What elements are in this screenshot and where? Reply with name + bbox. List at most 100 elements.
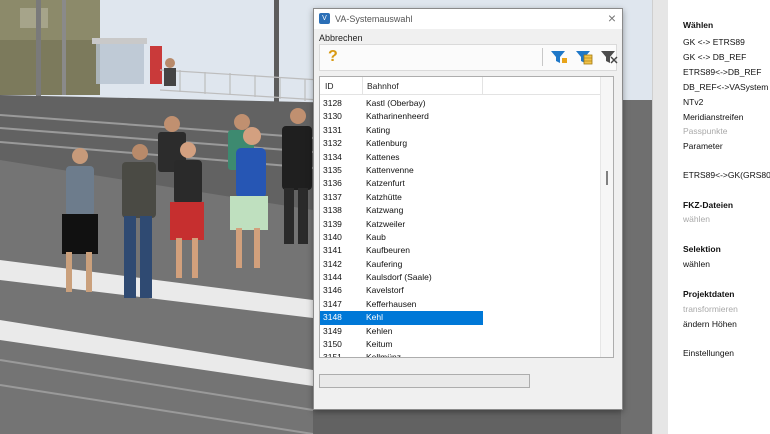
list-row[interactable]: 3135 Kattenvenne: [320, 164, 600, 177]
column-header-bahnhof[interactable]: Bahnhof: [367, 81, 399, 91]
row-station-name: Katzwang: [366, 205, 404, 216]
row-id: 3130: [323, 111, 342, 122]
row-id: 3142: [323, 258, 342, 269]
row-id: 3136: [323, 178, 342, 189]
person: [164, 58, 176, 86]
list-row-selected[interactable]: 3148 Kehl: [320, 311, 600, 326]
column-separator: [482, 77, 483, 94]
building-wall: [0, 40, 100, 95]
list-row[interactable]: 3128 Kastl (Oberbay): [320, 97, 600, 110]
dialog-title: VA-Systemauswahl: [335, 14, 413, 24]
row-station-name: Katzweiler: [366, 218, 406, 229]
list-row[interactable]: 3140 Kaub: [320, 231, 600, 244]
sidebar-heading-projektdaten: Projektdaten: [683, 289, 735, 299]
row-station-name: Kaub: [366, 231, 386, 242]
row-id: 3149: [323, 325, 342, 336]
row-station-name: Kattenes: [366, 151, 400, 162]
row-station-name: Katlenburg: [366, 138, 408, 149]
sidebar-item-einstellungen[interactable]: Einstellungen: [683, 348, 734, 358]
row-station-name: Katharinenheerd: [366, 111, 429, 122]
list-row[interactable]: 3139 Katzweiler: [320, 218, 600, 231]
sidebar-heading-fkz-dateien: FKZ-Dateien: [683, 200, 734, 210]
shelter-roof: [92, 38, 147, 44]
row-id: 3147: [323, 298, 342, 309]
scrollbar-thumb[interactable]: [606, 171, 608, 185]
sidebar-item-parameter[interactable]: Parameter: [683, 141, 723, 151]
row-station-name: Kastl (Oberbay): [366, 98, 426, 108]
list-row[interactable]: 3151 Kellmünz: [320, 351, 600, 358]
row-id: 3148: [323, 312, 342, 323]
panel-splitter[interactable]: [652, 0, 669, 434]
list-row[interactable]: 3130 Katharinenheerd: [320, 110, 600, 123]
filter-button[interactable]: [550, 49, 568, 65]
vertical-scrollbar[interactable]: [600, 77, 613, 357]
row-id: 3140: [323, 231, 342, 242]
list-row[interactable]: 3131 Kating: [320, 124, 600, 137]
pole: [62, 0, 66, 95]
list-row[interactable]: 3149 Kehlen: [320, 325, 600, 338]
list-row[interactable]: 3144 Kaulsdorf (Saale): [320, 271, 600, 284]
list-row[interactable]: 3138 Katzwang: [320, 204, 600, 217]
toolbar-separator: [542, 48, 543, 66]
row-station-name: Kavelstorf: [366, 285, 404, 296]
row-id: 3131: [323, 124, 342, 135]
filter-clear-button[interactable]: [600, 49, 618, 65]
list-row[interactable]: 3142 Kaufering: [320, 258, 600, 271]
pole: [36, 0, 41, 110]
row-station-name: Kehl: [366, 312, 384, 323]
app-icon: V: [319, 13, 330, 24]
sidebar-item-db-ref-vasystem[interactable]: DB_REF<->VASystem: [683, 82, 768, 92]
row-station-name: Kating: [366, 124, 391, 135]
list-row[interactable]: 3136 Katzenfurt: [320, 177, 600, 190]
sidebar-item-gk-etrs89[interactable]: GK <-> ETRS89: [683, 37, 745, 47]
sidebar-item-wählen[interactable]: wählen: [683, 259, 710, 269]
row-station-name: Kellmünz: [366, 352, 401, 358]
sidebar-heading-wählen: Wählen: [683, 20, 714, 30]
list-rows: 3128 Kastl (Oberbay) 3130 Katharinenheerd 31…: [320, 97, 600, 358]
shelter-glass: [96, 44, 144, 84]
list-row[interactable]: 3150 Keitum: [320, 338, 600, 351]
status-field: [319, 374, 530, 388]
platform-right: [621, 100, 652, 434]
row-id: 3137: [323, 191, 342, 202]
sidebar-item-etrs89-db-ref[interactable]: ETRS89<->DB_REF: [683, 67, 761, 77]
list-row[interactable]: 3132 Katlenburg: [320, 137, 600, 150]
filter-table-button[interactable]: [575, 49, 593, 65]
help-button[interactable]: ?: [328, 48, 338, 66]
sidebar-item-ändern-höhen[interactable]: ändern Höhen: [683, 319, 737, 329]
filter-icon: [551, 51, 567, 63]
sidebar-item-meridianstreifen[interactable]: Meridianstreifen: [683, 112, 743, 122]
toolbar: ?: [319, 44, 618, 71]
row-station-name: Kehlen: [366, 325, 393, 336]
close-button[interactable]: ×: [608, 10, 616, 26]
list-row[interactable]: 3147 Kefferhausen: [320, 298, 600, 311]
list-row[interactable]: 3146 Kavelstorf: [320, 284, 600, 297]
filter-clear-icon: [601, 51, 618, 64]
row-station-name: Katzhütte: [366, 191, 402, 202]
sidebar-item-passpunkte: Passpunkte: [683, 126, 728, 136]
row-id: 3141: [323, 245, 342, 256]
sidebar-item-gk-db-ref[interactable]: GK <-> DB_REF: [683, 52, 746, 62]
row-id: 3150: [323, 339, 342, 350]
row-id: 3151: [323, 352, 342, 358]
command-sidebar: Wählen GK <-> ETRS89 GK <-> DB_REF ETRS89<-…: [668, 0, 770, 434]
close-icon: ×: [607, 10, 616, 26]
list-row[interactable]: 3141 Kaufbeuren: [320, 244, 600, 257]
filter-table-icon: [576, 51, 593, 65]
column-header-id[interactable]: ID: [325, 81, 334, 91]
station-list[interactable]: ID Bahnhof 3128 Kastl (Oberbay) 3130 Kathar…: [319, 76, 614, 358]
list-row[interactable]: 3137 Katzhütte: [320, 191, 600, 204]
row-id: 3135: [323, 164, 342, 175]
cancel-menu-item[interactable]: Abbrechen: [319, 33, 363, 43]
list-row[interactable]: 3134 Kattenes: [320, 151, 600, 164]
sidebar-item-etrs89-gk-grs80[interactable]: ETRS89<->GK(GRS80): [683, 170, 770, 180]
question-mark-icon: ?: [328, 48, 338, 65]
sidebar-item-ntv2[interactable]: NTv2: [683, 97, 703, 107]
row-id: 3139: [323, 218, 342, 229]
sidebar-item-wählen: wählen: [683, 214, 710, 224]
dialog-titlebar[interactable]: V VA-Systemauswahl ×: [314, 9, 622, 29]
row-station-name: Kaulsdorf (Saale): [366, 272, 432, 283]
row-station-name: Kattenvenne: [366, 164, 414, 175]
building-window: [20, 8, 48, 28]
row-id: 3132: [323, 138, 342, 149]
